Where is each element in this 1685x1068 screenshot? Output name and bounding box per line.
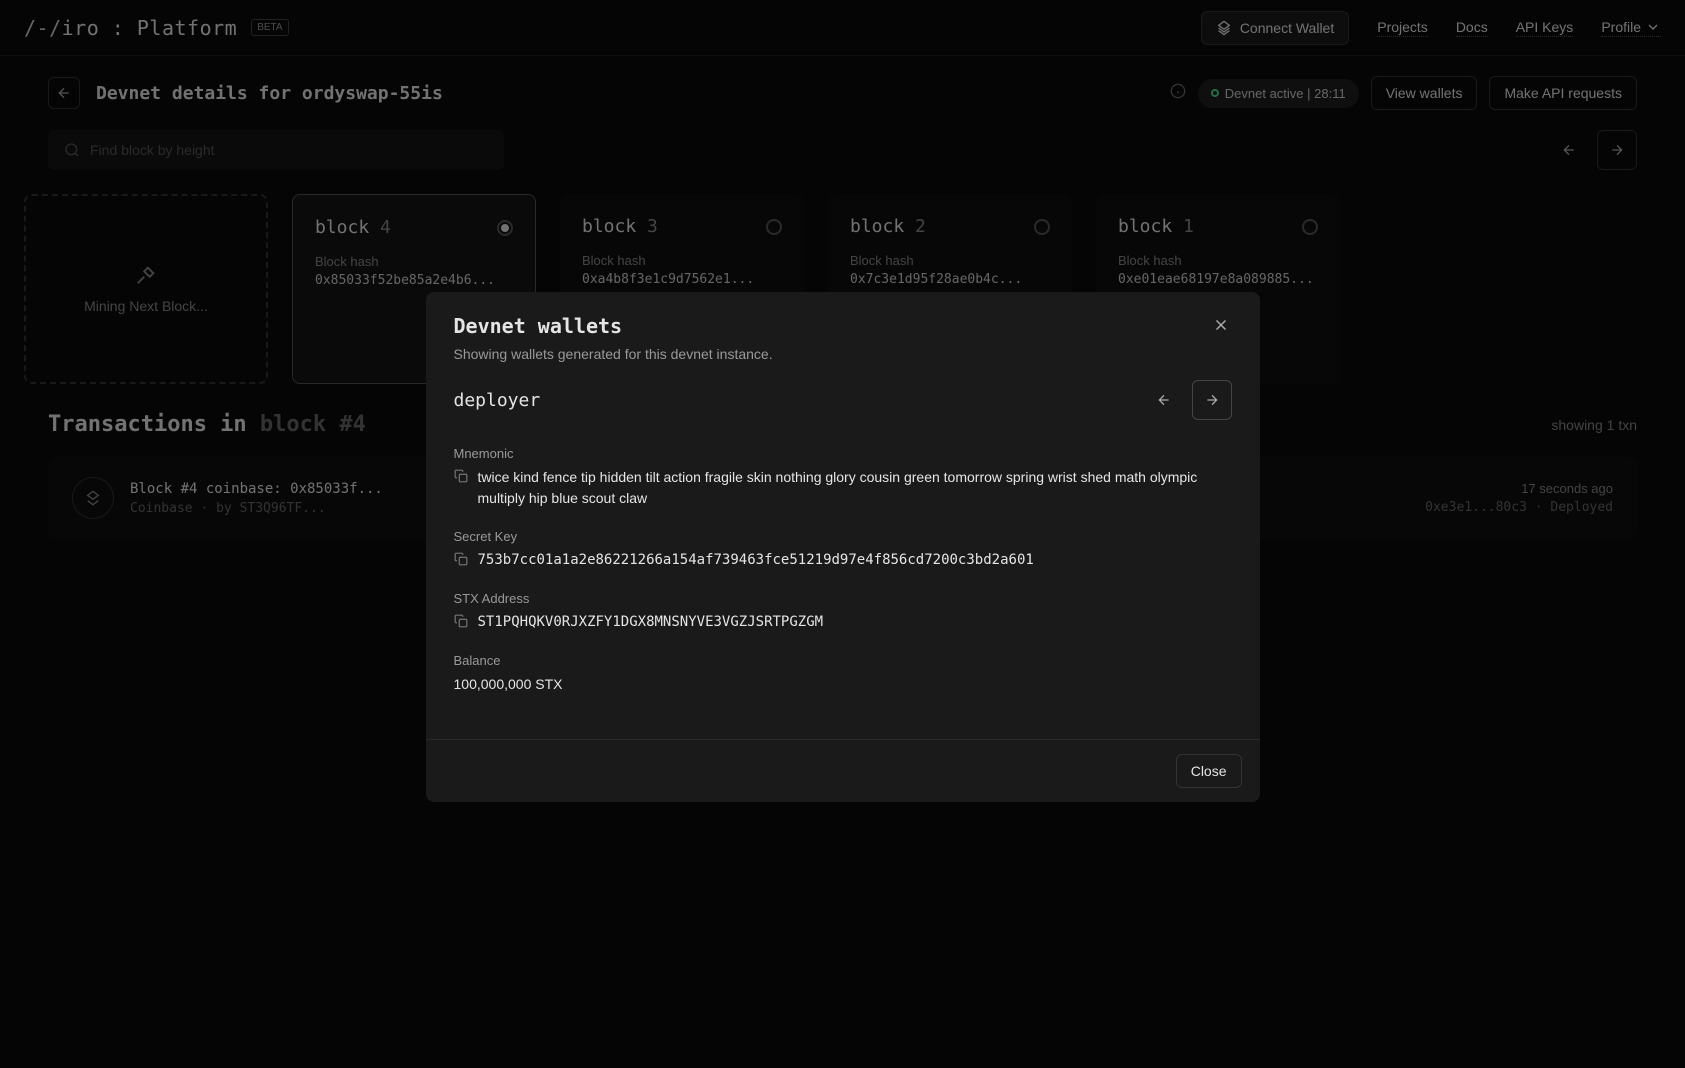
arrow-right-icon	[1204, 392, 1220, 408]
copy-icon	[454, 552, 468, 566]
wallet-next-button[interactable]	[1192, 380, 1232, 420]
close-modal-button[interactable]	[1210, 314, 1232, 341]
mnemonic-label: Mnemonic	[454, 446, 1232, 461]
close-icon	[1212, 316, 1230, 334]
balance-label: Balance	[454, 653, 1232, 668]
stx-label: STX Address	[454, 591, 1232, 606]
balance-value: 100,000,000 STX	[454, 674, 1232, 695]
copy-secret-button[interactable]	[454, 552, 468, 571]
secret-label: Secret Key	[454, 529, 1232, 544]
mnemonic-value: twice kind fence tip hidden tilt action …	[478, 467, 1232, 509]
devnet-wallets-modal: Devnet wallets Showing wallets generated…	[426, 292, 1260, 802]
wallet-name: deployer	[454, 390, 541, 411]
arrow-left-icon	[1156, 392, 1172, 408]
copy-stx-button[interactable]	[454, 614, 468, 633]
modal-title: Devnet wallets	[454, 314, 773, 338]
secret-value: 753b7cc01a1a2e86221266a154af739463fce512…	[478, 550, 1034, 571]
copy-icon	[454, 469, 468, 483]
modal-overlay: Devnet wallets Showing wallets generated…	[0, 0, 1685, 1068]
copy-icon	[454, 614, 468, 628]
wallet-prev-button[interactable]	[1144, 380, 1184, 420]
stx-value: ST1PQHQKV0RJXZFY1DGX8MNSNYVE3VGZJSRTPGZG…	[478, 612, 824, 633]
modal-subtitle: Showing wallets generated for this devne…	[454, 346, 773, 362]
copy-mnemonic-button[interactable]	[454, 469, 468, 488]
close-button[interactable]: Close	[1176, 754, 1242, 788]
wallet-pager	[1144, 380, 1232, 420]
